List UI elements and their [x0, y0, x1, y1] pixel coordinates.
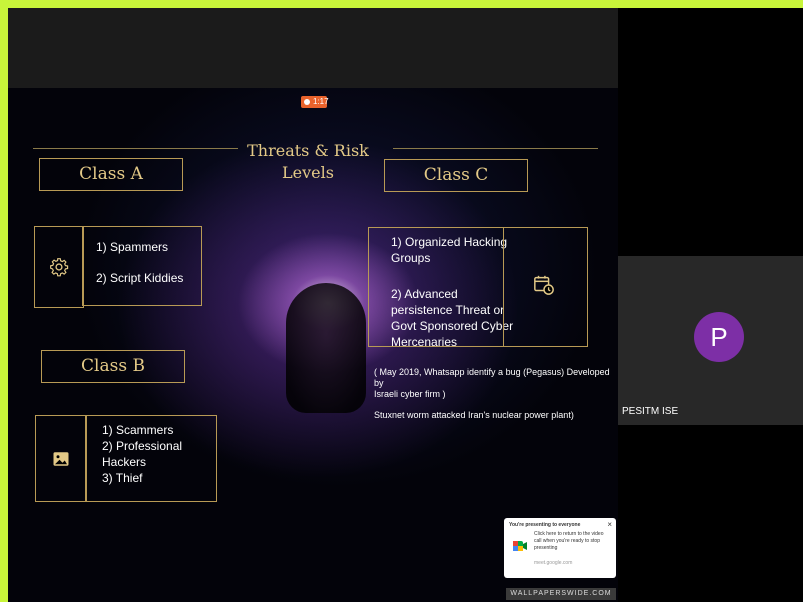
title-rule-left — [33, 148, 238, 149]
class-c-heading: Class C — [384, 159, 528, 192]
slide-title-line2: Levels — [282, 163, 334, 182]
class-a-icon-cell — [34, 226, 84, 308]
class-c-item-2-cont-a: persistence Threat or — [391, 303, 505, 317]
recording-badge: 1:17 — [301, 96, 329, 108]
presented-slide: 1:17 Threats & Risk Levels Class A 1) Sp… — [8, 88, 618, 602]
class-c-item-2: 2) Advanced — [391, 287, 458, 301]
wallpaper-watermark: WALLPAPERSWIDE.COM — [506, 588, 616, 600]
presentation-top-bar — [8, 8, 618, 88]
class-b-item-1: 1) Scammers — [102, 423, 174, 437]
class-a-item-1: 1) Spammers — [96, 240, 169, 254]
class-b-heading: Class B — [41, 350, 185, 383]
class-b-item-3: 3) Thief — [102, 471, 143, 485]
class-c-item-1: 1) Organized Hacking — [391, 235, 508, 249]
google-meet-icon — [512, 538, 528, 554]
class-b-item-2: 2) Professional — [102, 439, 183, 453]
class-b-item-2-cont: Hackers — [102, 455, 147, 469]
slide-title-line1: Threats & Risk — [247, 141, 369, 160]
stuxnet-note: Stuxnet worm attacked Iran's nuclear pow… — [374, 410, 574, 420]
meeting-stage: 1:17 Threats & Risk Levels Class A 1) Sp… — [8, 8, 803, 602]
class-c-item-2-cont-b: Govt Sponsored Cyber — [391, 319, 514, 333]
class-a-heading: Class A — [39, 158, 183, 191]
class-a-item-2: 2) Script Kiddies — [96, 271, 184, 285]
class-b-items: 1) Scammers 2) Professional Hackers 3) T… — [85, 415, 217, 502]
notification-link[interactable]: meet.google.com — [534, 560, 572, 567]
image-icon — [53, 451, 69, 466]
class-c-item-1-cont: Groups — [391, 251, 431, 265]
title-rule-right — [393, 148, 598, 149]
class-c-icon-cell — [533, 274, 555, 300]
hand-silhouette-image — [286, 283, 366, 413]
pegasus-note-line2: Israeli cyber firm ) — [374, 389, 446, 399]
notification-body: Click here to return to the video call w… — [534, 531, 604, 551]
calendar-clock-icon — [534, 275, 554, 295]
class-c-item-2-cont-c: Mercenaries — [391, 335, 458, 349]
participant-avatar: P — [694, 312, 744, 362]
recording-dot-icon — [304, 99, 310, 105]
recording-badge-text: 1:17 — [313, 97, 329, 106]
participant-tile[interactable]: P PESITM ISE — [618, 256, 803, 425]
pegasus-note: ( May 2019, Whatsapp identify a bug (Peg… — [374, 367, 618, 400]
class-c-separator — [503, 228, 504, 346]
slide-title: Threats & Risk Levels — [238, 140, 378, 184]
class-b-icon-cell — [35, 415, 87, 502]
notification-title: You're presenting to everyone — [509, 522, 581, 528]
class-a-items: 1) Spammers 2) Script Kiddies — [82, 226, 202, 306]
gear-icon — [50, 258, 69, 277]
pegasus-note-line1: ( May 2019, Whatsapp identify a bug (Peg… — [374, 367, 610, 388]
participant-name: PESITM ISE — [622, 406, 679, 417]
notification-close-icon[interactable]: × — [607, 520, 612, 530]
presenting-notification[interactable]: You're presenting to everyone × Click he… — [504, 518, 616, 578]
class-c-items: 1) Organized Hacking Groups 2) Advanced … — [368, 227, 588, 349]
